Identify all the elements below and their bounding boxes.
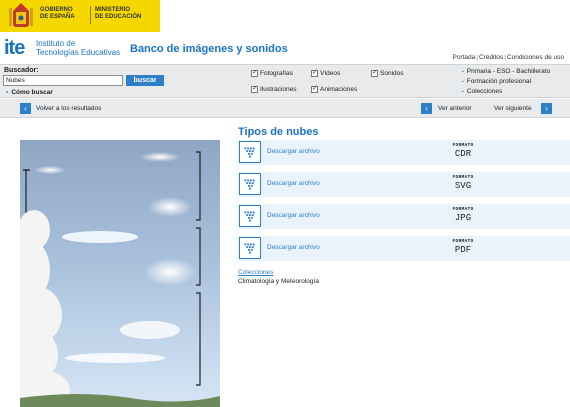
download-icon: [239, 205, 261, 227]
ite-subtitle-line2: Tecnologías Educativas: [36, 48, 121, 57]
format-caption: FORMATO: [452, 175, 474, 180]
cirrocumulus-cloud: [148, 197, 192, 217]
bullet-icon: ▪: [6, 89, 9, 96]
prev-arrow-icon[interactable]: ‹: [421, 103, 432, 114]
checkbox-icon: [311, 68, 318, 77]
coat-of-arms-icon: [9, 3, 33, 27]
gov-name: Gobierno de España: [40, 7, 75, 21]
cirrus-cloud: [140, 152, 180, 162]
download-link[interactable]: Descargar archivo: [267, 148, 320, 155]
format-caption: FORMATO: [452, 207, 474, 212]
collections-link[interactable]: Colecciones: [238, 269, 273, 276]
link-portada[interactable]: Portada: [452, 54, 475, 61]
filter-sonidos[interactable]: Sonidos: [371, 68, 404, 77]
checkbox-icon: [251, 68, 258, 77]
level-label: Colecciones: [466, 88, 503, 95]
top-links: Portada|Créditos|Condiciones de uso: [452, 54, 564, 61]
stratus-cloud: [65, 353, 165, 363]
filter-label: Fotografías: [260, 70, 293, 77]
cloud-types-illustration: [20, 140, 220, 407]
search-bar: Buscador: buscar ▪Cómo buscar Fotografía…: [0, 64, 570, 98]
format-badge: FORMATO PDF: [448, 239, 478, 255]
gov-line2: de España: [40, 14, 75, 20]
download-row[interactable]: Descargar archivo FORMATO CDR: [238, 140, 570, 165]
gov-banner-bar: Gobierno de España Ministerio de Educaci…: [0, 0, 160, 32]
filter-label: Sonidos: [380, 70, 404, 77]
format-caption: FORMATO: [452, 143, 474, 148]
download-link[interactable]: Descargar archivo: [267, 212, 320, 219]
level-fp[interactable]: ▪ Formación profesional: [462, 77, 550, 87]
item-title: Tipos de nubes: [238, 126, 319, 138]
result-nav-bar: ‹ Volver a los resultados ‹ Ver anterior…: [0, 99, 570, 118]
back-arrow-icon[interactable]: ‹: [20, 103, 31, 114]
collection-name: Climatología y Meteorología: [238, 278, 319, 285]
ite-logo[interactable]: ite: [4, 37, 25, 60]
download-icon: [239, 173, 261, 195]
ite-subtitle-line1: Instituto de: [36, 39, 76, 48]
how-to-search-label: Cómo buscar: [11, 89, 53, 96]
filter-animaciones[interactable]: Animaciones: [311, 84, 358, 93]
level-links: ▪ Primaria - ESO - Bachillerato ▪ Formació…: [462, 67, 550, 97]
link-creditos[interactable]: Créditos: [479, 54, 503, 61]
download-row[interactable]: Descargar archivo FORMATO SVG: [238, 172, 570, 197]
ministry-line2: de Educación: [95, 14, 142, 20]
how-to-search-link[interactable]: ▪ Cómo buscar: [6, 89, 53, 96]
stratocumulus-cloud: [120, 321, 180, 339]
download-link[interactable]: Descargar archivo: [267, 244, 320, 251]
site-header: ite Instituto de Tecnologías Educativas …: [0, 36, 570, 64]
filter-label: Ilustraciones: [260, 86, 297, 93]
level-label: Formación profesional: [466, 78, 532, 85]
link-separator: |: [504, 54, 506, 61]
format-caption: FORMATO: [452, 239, 474, 244]
link-separator: |: [476, 54, 478, 61]
format-value: SVG: [454, 181, 472, 191]
format-badge: FORMATO SVG: [448, 175, 478, 191]
ministry-line1: Ministerio: [95, 7, 131, 13]
level-primaria[interactable]: ▪ Primaria - ESO - Bachillerato: [462, 67, 550, 77]
search-input[interactable]: [3, 75, 123, 86]
bullet-icon: ▪: [462, 89, 464, 95]
gov-banner: Gobierno de España Ministerio de Educaci…: [0, 0, 570, 32]
next-link[interactable]: Ver siguiente: [494, 105, 532, 112]
altostratus-cloud: [62, 231, 138, 243]
illustration-svg: [20, 140, 220, 407]
filter-label: Vídeos: [320, 70, 341, 77]
format-value: JPG: [454, 213, 472, 223]
altocumulus-cloud: [144, 258, 196, 286]
checkbox-icon: [371, 68, 378, 77]
level-label: Primaria - ESO - Bachillerato: [466, 68, 551, 75]
next-arrow-icon[interactable]: ›: [541, 103, 552, 114]
download-link[interactable]: Descargar archivo: [267, 180, 320, 187]
filter-fotografias[interactable]: Fotografías: [251, 68, 293, 77]
cirrus-cloud: [34, 166, 66, 174]
download-icon: [239, 237, 261, 259]
checkbox-icon: [311, 84, 318, 93]
bullet-icon: ▪: [462, 69, 464, 75]
prev-link[interactable]: Ver anterior: [438, 105, 472, 112]
back-to-results-link[interactable]: Volver a los resultados: [36, 105, 101, 112]
search-button[interactable]: buscar: [126, 75, 164, 86]
search-label: Buscador:: [4, 67, 39, 74]
format-badge: FORMATO JPG: [448, 207, 478, 223]
gov-divider: [90, 6, 91, 24]
checkbox-icon: [251, 84, 258, 93]
ite-subtitle: Instituto de Tecnologías Educativas: [36, 39, 120, 57]
site-title: Banco de imágenes y sonidos: [130, 43, 288, 55]
format-value: CDR: [454, 149, 472, 159]
filter-label: Animaciones: [320, 86, 358, 93]
bullet-icon: ▪: [462, 79, 464, 85]
filter-ilustraciones[interactable]: Ilustraciones: [251, 84, 297, 93]
download-row[interactable]: Descargar archivo FORMATO PDF: [238, 236, 570, 261]
link-condiciones[interactable]: Condiciones de uso: [507, 54, 564, 61]
gov-line1: Gobierno: [40, 7, 73, 13]
format-value: PDF: [454, 245, 472, 255]
format-badge: FORMATO CDR: [448, 143, 478, 159]
download-icon: [239, 141, 261, 163]
filter-videos[interactable]: Vídeos: [311, 68, 341, 77]
download-row[interactable]: Descargar archivo FORMATO JPG: [238, 204, 570, 229]
level-colecciones[interactable]: ▪ Colecciones: [462, 87, 550, 97]
ministry-name: Ministerio de Educación: [95, 7, 141, 21]
